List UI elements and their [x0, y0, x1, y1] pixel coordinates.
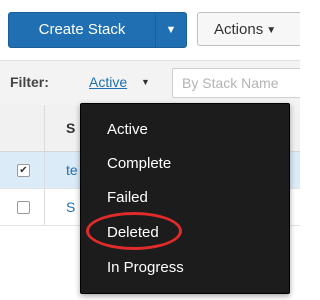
stack-name-link[interactable]: te [66, 162, 78, 178]
create-stack-label: Create Stack [38, 21, 126, 38]
search-input[interactable] [172, 68, 300, 98]
row-checkbox[interactable]: ✔ [17, 164, 30, 177]
actions-button[interactable]: Actions ▼ [197, 12, 300, 46]
toolbar: Create Stack ▼ Actions ▼ [0, 0, 300, 60]
column-divider [44, 189, 45, 225]
menu-item-failed[interactable]: Failed [107, 189, 148, 206]
actions-label: Actions [214, 21, 264, 38]
filter-label: Filter: [10, 74, 49, 90]
chevron-down-icon: ▼ [266, 25, 277, 36]
column-divider [44, 152, 45, 188]
menu-item-complete[interactable]: Complete [107, 155, 171, 172]
menu-item-in-progress[interactable]: In Progress [107, 259, 184, 276]
chevron-down-icon[interactable]: ▼ [141, 77, 150, 87]
filter-status-link[interactable]: Active [89, 74, 127, 90]
stack-name-link[interactable]: S [66, 199, 75, 215]
menu-item-deleted[interactable]: Deleted [107, 224, 159, 241]
checkmark-icon: ✔ [19, 165, 28, 176]
create-stack-dropdown-button[interactable]: ▼ [155, 12, 187, 48]
menu-item-active[interactable]: Active [107, 121, 148, 138]
status-filter-menu: Active Complete Failed Deleted In Progre… [80, 103, 290, 294]
filter-bar: Filter: Active ▼ [0, 60, 300, 106]
row-checkbox[interactable] [17, 201, 30, 214]
column-header-stack-name[interactable]: S [66, 120, 75, 136]
column-divider [44, 105, 45, 151]
cloudformation-stacks-page: Create Stack ▼ Actions ▼ Filter: Active ▼… [0, 0, 300, 300]
create-stack-button[interactable]: Create Stack [8, 12, 156, 48]
chevron-down-icon: ▼ [165, 24, 177, 36]
